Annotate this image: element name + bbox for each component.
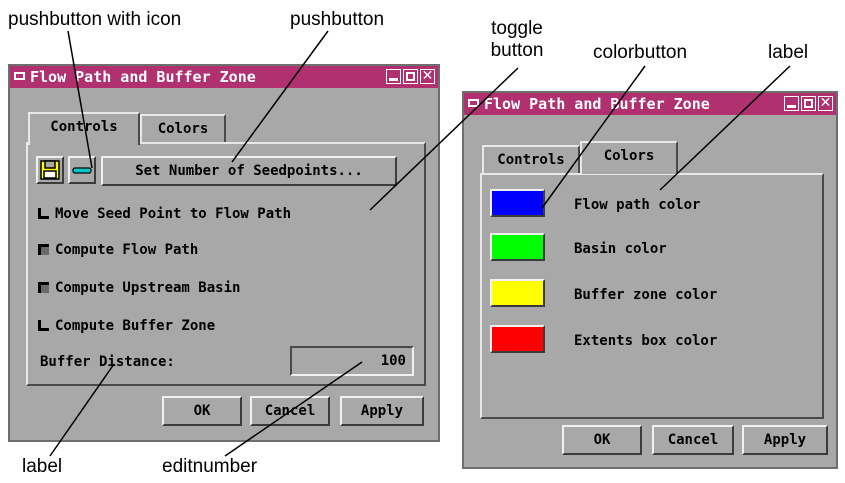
annotation-toggle-button: toggle button (472, 18, 562, 62)
titlebar-right[interactable]: Flow Path and Buffer Zone ✕ (464, 93, 836, 115)
window-menu-icon[interactable] (468, 99, 479, 107)
basin-color-label: Basin color (574, 241, 667, 257)
basin-color-button[interactable] (490, 233, 545, 261)
annotation-pushbutton-with-icon: pushbutton with icon (8, 9, 182, 30)
tab-controls[interactable]: Controls (28, 112, 140, 145)
controls-panel: Set Number of Seedpoints... Move Seed Po… (26, 142, 426, 386)
window-menu-icon[interactable] (14, 72, 25, 80)
cancel-button[interactable]: Cancel (652, 425, 734, 455)
set-seedpoints-button[interactable]: Set Number of Seedpoints... (101, 156, 397, 186)
toggle-box[interactable] (38, 208, 49, 219)
minimize-icon[interactable] (784, 96, 799, 111)
minimize-icon[interactable] (386, 69, 401, 84)
toggle-compute-buffer-zone[interactable]: Compute Buffer Zone (38, 318, 215, 334)
tab-controls[interactable]: Controls (482, 145, 580, 175)
floppy-disk-icon (40, 160, 60, 180)
toggle-compute-flow-path[interactable]: Compute Flow Path (38, 242, 198, 258)
dialog-right: Flow Path and Buffer Zone ✕ Controls Col… (462, 91, 838, 469)
toggle-label: Compute Buffer Zone (55, 318, 216, 334)
toggle-label: Move Seed Point to Flow Path (55, 206, 292, 222)
window-title: Flow Path and Buffer Zone (30, 68, 256, 86)
colors-panel: Flow path color Basin color Buffer zone … (480, 173, 824, 419)
tab-colors[interactable]: Colors (580, 141, 678, 174)
line-tool-icon (72, 167, 92, 174)
toggle-box[interactable] (38, 320, 49, 331)
toggle-move-seed-point[interactable]: Move Seed Point to Flow Path (38, 206, 291, 222)
buffer-distance-field[interactable]: 100 (290, 346, 414, 376)
ok-button[interactable]: OK (562, 425, 642, 455)
close-icon[interactable]: ✕ (420, 69, 435, 84)
maximize-icon[interactable] (801, 96, 816, 111)
window-title: Flow Path and Buffer Zone (484, 95, 710, 113)
extents-box-color-button[interactable] (490, 325, 545, 353)
tab-colors[interactable]: Colors (140, 114, 226, 144)
close-icon[interactable]: ✕ (818, 96, 833, 111)
toggle-label: Compute Flow Path (55, 242, 199, 258)
cancel-button[interactable]: Cancel (250, 396, 330, 426)
annotation-toggle-line1: toggle (491, 18, 543, 39)
annotation-pushbutton: pushbutton (290, 9, 385, 30)
flow-path-color-label: Flow path color (574, 197, 701, 213)
annotation-colorbutton: colorbutton (593, 42, 688, 63)
toggle-compute-upstream-basin[interactable]: Compute Upstream Basin (38, 280, 240, 296)
titlebar-left[interactable]: Flow Path and Buffer Zone ✕ (10, 66, 438, 88)
annotation-toggle-line2: button (490, 40, 544, 61)
maximize-icon[interactable] (403, 69, 418, 84)
save-button[interactable] (36, 156, 64, 184)
dialog-left: Flow Path and Buffer Zone ✕ Controls Col… (8, 64, 440, 442)
toggle-box[interactable] (38, 282, 49, 293)
flow-path-color-button[interactable] (490, 189, 545, 217)
seed-tool-button[interactable] (68, 156, 96, 184)
annotation-editnumber: editnumber (162, 456, 258, 477)
buffer-distance-label: Buffer Distance: (40, 354, 175, 370)
annotation-label-top: label (768, 42, 809, 63)
buffer-zone-color-button[interactable] (490, 279, 545, 307)
apply-button[interactable]: Apply (340, 396, 424, 426)
annotation-label-bottom: label (22, 456, 63, 477)
toggle-label: Compute Upstream Basin (55, 280, 241, 296)
toggle-box[interactable] (38, 244, 49, 255)
extents-box-color-label: Extents box color (574, 333, 718, 349)
buffer-zone-color-label: Buffer zone color (574, 287, 718, 303)
apply-button[interactable]: Apply (742, 425, 828, 455)
ok-button[interactable]: OK (162, 396, 242, 426)
